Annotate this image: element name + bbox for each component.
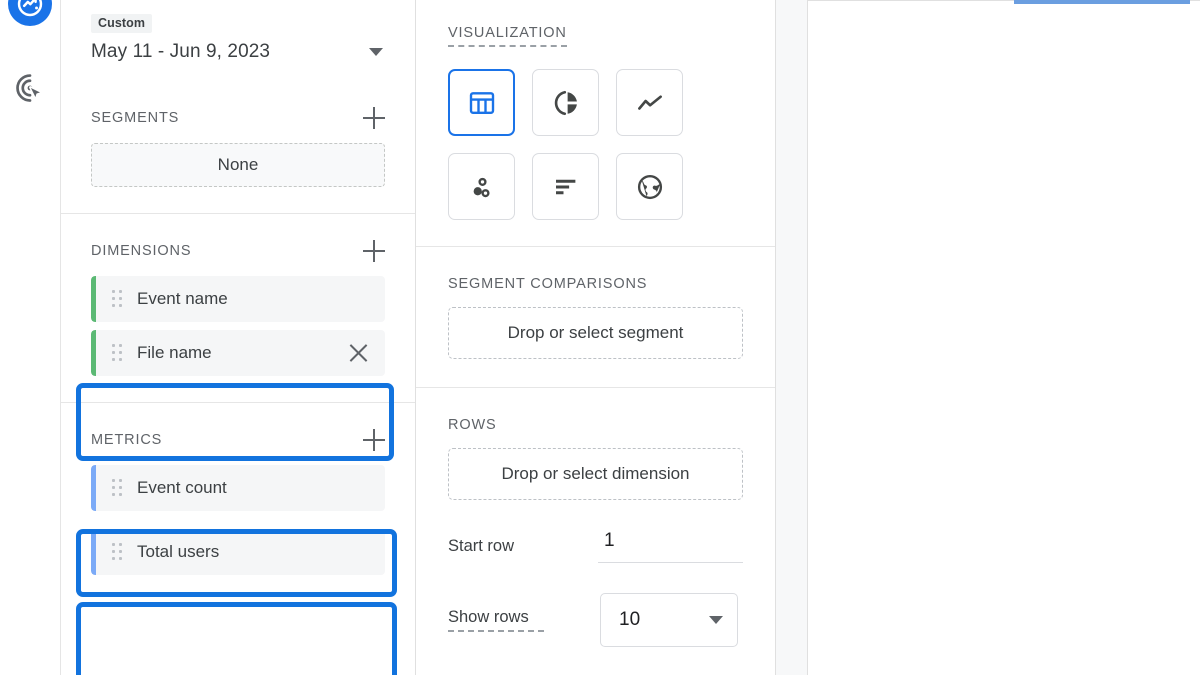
- vis-option-bar[interactable]: [532, 153, 599, 220]
- vis-option-geo[interactable]: [616, 153, 683, 220]
- metric-label: Total users: [137, 542, 220, 561]
- dimension-chip-event-name[interactable]: Event name: [91, 276, 385, 322]
- visualization-options: [448, 69, 743, 246]
- chevron-down-icon[interactable]: [709, 616, 723, 624]
- segments-section: SEGMENTS None: [61, 81, 415, 187]
- drag-handle-icon[interactable]: [112, 290, 124, 308]
- panel-gutter: [776, 0, 808, 675]
- metric-chip-event-count[interactable]: Event count: [91, 465, 385, 511]
- start-row-field: Start row 1: [448, 530, 743, 563]
- add-metric-button[interactable]: [363, 429, 385, 451]
- date-range-picker[interactable]: Custom May 11 - Jun 9, 2023: [61, 0, 415, 81]
- metric-label: Event count: [137, 478, 227, 497]
- drag-handle-icon[interactable]: [112, 543, 124, 561]
- show-rows-field: Show rows 10: [448, 593, 743, 647]
- drag-handle-icon[interactable]: [112, 344, 124, 362]
- rail-item-ads[interactable]: [0, 66, 60, 110]
- add-segment-button[interactable]: [363, 107, 385, 129]
- start-row-label: Start row: [448, 537, 515, 555]
- rows-dropzone[interactable]: Drop or select dimension: [448, 448, 743, 500]
- metrics-section: METRICS Event count Total users: [61, 402, 415, 575]
- annotation-box-total-users: [76, 602, 397, 675]
- dimension-label: File name: [137, 343, 212, 362]
- vis-option-scatter[interactable]: [448, 153, 515, 220]
- ads-icon: [8, 66, 52, 110]
- metric-accent-bar: [91, 529, 96, 575]
- metrics-title: METRICS: [91, 432, 163, 448]
- vis-option-table[interactable]: [448, 69, 515, 136]
- table-icon: [469, 91, 494, 114]
- segment-comparisons-title: SEGMENT COMPARISONS: [448, 276, 648, 292]
- line-chart-icon: [637, 94, 662, 110]
- segment-comparisons-dropzone[interactable]: Drop or select segment: [448, 307, 743, 359]
- bar-chart-icon: [555, 179, 575, 194]
- rows-title: ROWS: [448, 417, 497, 433]
- segments-dropzone[interactable]: None: [91, 143, 385, 187]
- remove-dimension-icon[interactable]: [343, 338, 373, 368]
- show-rows-value: 10: [619, 609, 641, 630]
- segment-comparisons-section: SEGMENT COMPARISONS Drop or select segme…: [416, 246, 775, 387]
- add-dimension-button[interactable]: [363, 240, 385, 262]
- dimension-accent-bar: [91, 276, 96, 322]
- vis-option-donut[interactable]: [532, 69, 599, 136]
- rail-item-analytics[interactable]: [0, 0, 60, 26]
- dimensions-title: DIMENSIONS: [91, 243, 192, 259]
- show-rows-label: Show rows: [448, 608, 544, 632]
- report-canvas: [808, 0, 1200, 675]
- visualization-title: VISUALIZATION: [448, 25, 567, 47]
- metric-chip-total-users[interactable]: Total users: [91, 529, 385, 575]
- analytics-icon: [8, 0, 52, 26]
- left-icon-rail: [0, 0, 60, 675]
- drag-handle-icon[interactable]: [112, 479, 124, 497]
- dimension-label: Event name: [137, 289, 228, 308]
- globe-icon: [637, 174, 662, 199]
- date-range-badge: Custom: [91, 14, 153, 33]
- dimensions-section: DIMENSIONS Event name File name: [61, 213, 415, 402]
- scatter-plot-icon: [473, 177, 490, 197]
- visualization-section: VISUALIZATION: [416, 0, 775, 246]
- vis-option-line[interactable]: [616, 69, 683, 136]
- donut-chart-icon: [554, 90, 577, 115]
- rows-section: ROWS Drop or select dimension Start row …: [416, 387, 775, 675]
- metric-accent-bar: [91, 465, 96, 511]
- dimension-chip-file-name[interactable]: File name: [91, 330, 385, 376]
- show-rows-select[interactable]: 10: [600, 593, 738, 647]
- variables-panel: Custom May 11 - Jun 9, 2023 SEGMENTS Non…: [60, 0, 416, 675]
- chevron-down-icon[interactable]: [369, 48, 383, 56]
- date-range-value: May 11 - Jun 9, 2023: [91, 41, 271, 62]
- start-row-input[interactable]: 1: [598, 530, 743, 563]
- tab-settings-panel: VISUALIZATION SEGMENT COMPARISONS Drop o…: [416, 0, 776, 675]
- explore-variables-screen: Custom May 11 - Jun 9, 2023 SEGMENTS Non…: [0, 0, 1200, 675]
- dimension-accent-bar: [91, 330, 96, 376]
- segments-title: SEGMENTS: [91, 110, 180, 126]
- active-tab-underline: [1014, 0, 1190, 4]
